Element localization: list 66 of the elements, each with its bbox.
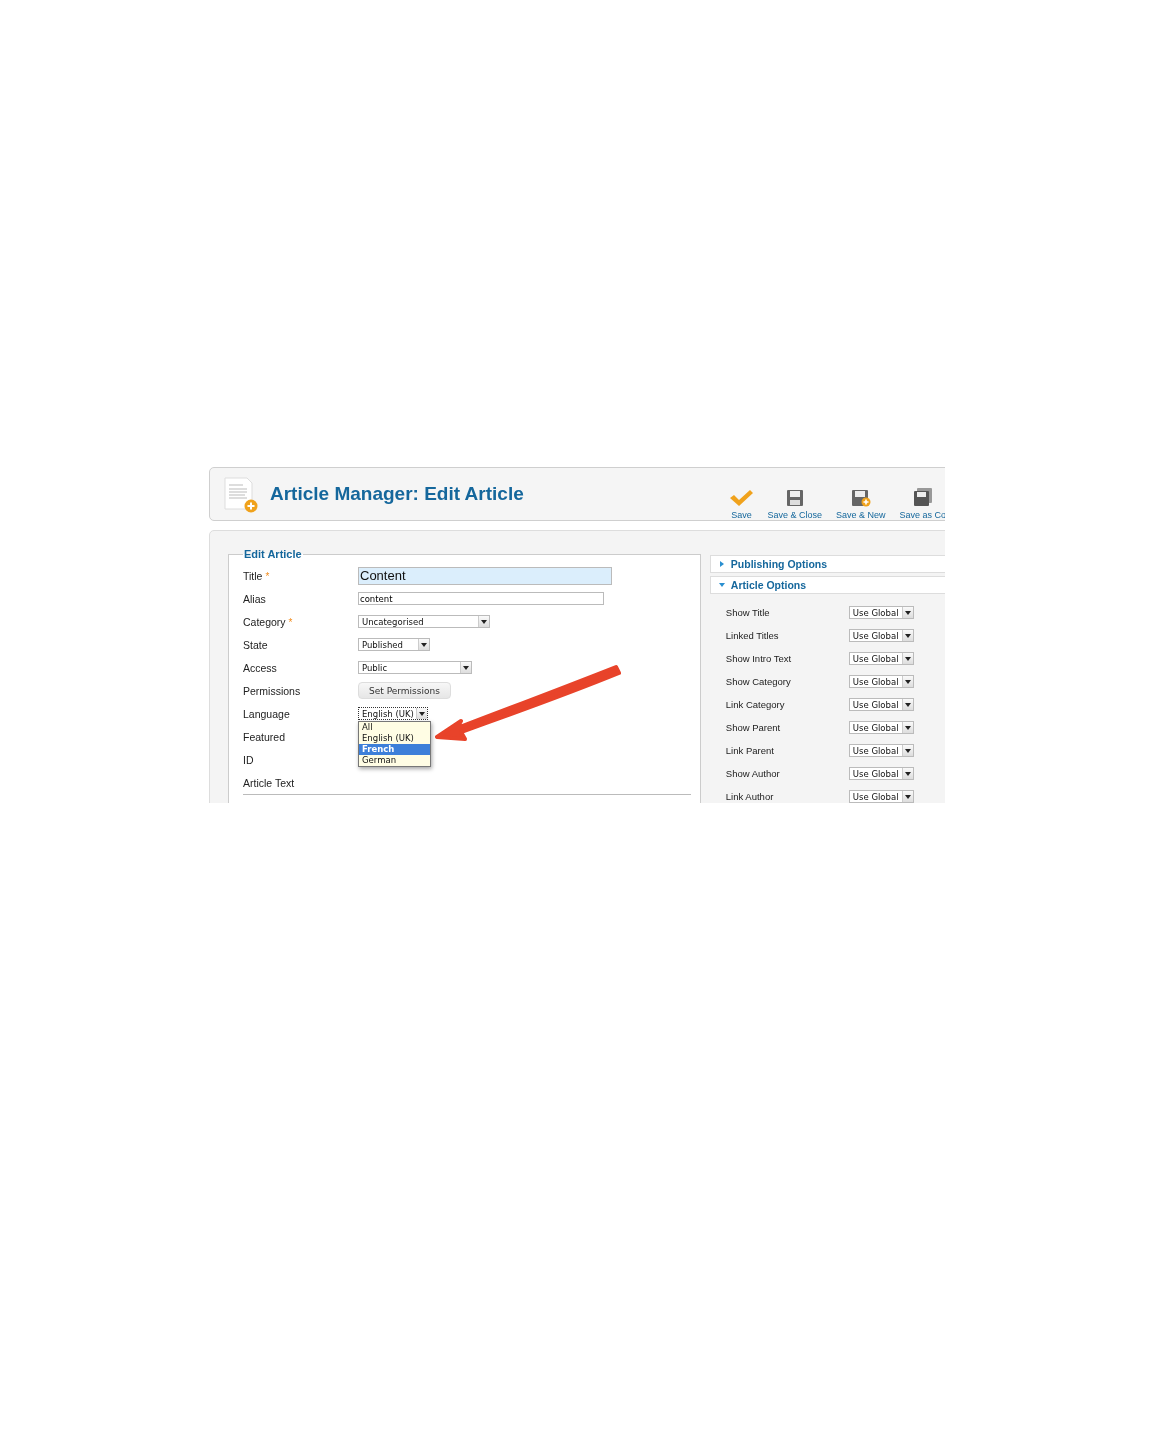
accordion-header[interactable]: Article Options	[709, 576, 945, 594]
field-label: Featured	[243, 730, 287, 743]
option-label: Link Category	[725, 699, 786, 710]
select-field[interactable]: Use Global	[848, 790, 914, 803]
permissions-button[interactable]: Set Permissions	[358, 682, 451, 699]
toolbar-button[interactable]: Save as Co	[897, 487, 945, 520]
dropdown-option[interactable]: All	[359, 722, 430, 733]
select-field[interactable]: Use Global	[848, 767, 914, 780]
option-label: Link Author	[725, 791, 775, 802]
accordion-header[interactable]: Publishing Options	[709, 555, 945, 573]
caret-icon	[904, 725, 911, 730]
field-label: Permissions	[243, 684, 302, 697]
page-title: Article Manager: Edit Article	[270, 483, 524, 505]
panel-legend: Edit Article	[243, 548, 303, 560]
select-field[interactable]: English (UK)	[358, 707, 428, 720]
title-field[interactable]: Content	[358, 566, 612, 585]
select-field[interactable]: Use Global	[848, 606, 914, 619]
caret-icon	[904, 748, 911, 753]
field-label: Access	[243, 661, 278, 674]
field-label: ID	[243, 753, 255, 766]
dropdown-option[interactable]: German	[359, 755, 430, 766]
caret-icon	[419, 711, 425, 716]
caret-icon	[904, 656, 911, 661]
article-add-icon	[222, 475, 260, 513]
select-field[interactable]: Public	[358, 661, 472, 674]
caret-icon	[904, 702, 911, 707]
option-label: Show Title	[725, 607, 771, 618]
option-label: Show Category	[725, 676, 792, 687]
option-label: Show Intro Text	[725, 653, 793, 664]
toolbar-button[interactable]: Save & Close	[765, 489, 824, 520]
option-label: Show Parent	[725, 722, 782, 733]
caret-icon	[904, 794, 911, 799]
dropdown-option[interactable]: English (UK)	[359, 733, 430, 744]
field-label: Article Text	[243, 776, 296, 789]
triangle-down-icon	[718, 582, 725, 588]
toolbar-button[interactable]: Save & New	[833, 489, 888, 520]
select-field[interactable]: Use Global	[848, 698, 914, 711]
select-field[interactable]: Uncategorised	[358, 615, 490, 628]
caret-icon	[463, 665, 469, 670]
option-label: Link Parent	[725, 745, 775, 756]
select-field[interactable]: Published	[358, 638, 430, 651]
field-label: State	[243, 638, 269, 651]
caret-icon	[421, 642, 427, 647]
floppy-disks-icon	[912, 487, 933, 507]
floppy-disk-plus-icon	[850, 489, 871, 507]
select-field[interactable]: Use Global	[848, 721, 914, 734]
alias-field[interactable]: content	[358, 592, 604, 605]
field-label: Alias	[243, 592, 267, 605]
select-field[interactable]: Use Global	[848, 744, 914, 757]
caret-icon	[481, 619, 487, 624]
field-label: Category *	[243, 615, 294, 628]
field-label: Language	[243, 707, 291, 720]
caret-icon	[904, 633, 911, 638]
toolbar-button[interactable]: Save	[727, 489, 756, 520]
select-field[interactable]: Use Global	[848, 629, 914, 642]
caret-icon	[904, 610, 911, 615]
option-label: Linked Titles	[725, 630, 780, 641]
triangle-right-icon	[718, 561, 725, 567]
checkmark-icon	[729, 489, 754, 507]
option-label: Show Author	[725, 768, 781, 779]
field-label: Title *	[243, 569, 271, 582]
dropdown-option[interactable]: French	[359, 744, 430, 755]
select-field[interactable]: Use Global	[848, 675, 914, 688]
caret-icon	[904, 771, 911, 776]
select-field[interactable]: Use Global	[848, 652, 914, 665]
caret-icon	[904, 679, 911, 684]
